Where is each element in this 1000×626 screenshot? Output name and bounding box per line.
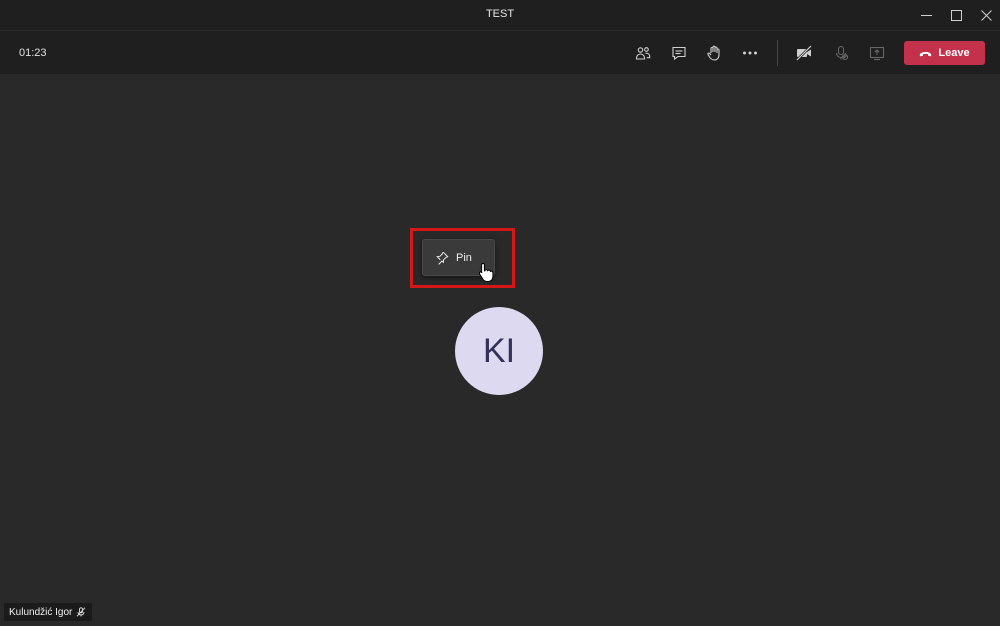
call-timer: 01:23 bbox=[19, 47, 47, 59]
phone-hangup-icon bbox=[920, 51, 932, 56]
microphone-icon bbox=[835, 45, 849, 61]
maximize-icon bbox=[950, 9, 962, 21]
toolbar-divider bbox=[777, 40, 778, 66]
title-bar: TEST bbox=[0, 0, 1000, 30]
participant-name-tag: Kulundžić Igor bbox=[4, 603, 93, 621]
participant-name: Kulundžić Igor bbox=[9, 606, 73, 618]
pin-label: Pin bbox=[456, 251, 472, 264]
window-title: TEST bbox=[485, 8, 515, 20]
hand-cursor-icon bbox=[478, 262, 494, 282]
more-actions-button[interactable] bbox=[738, 42, 762, 64]
close-icon bbox=[980, 9, 992, 21]
leave-label: Leave bbox=[938, 47, 970, 59]
camera-toggle-button[interactable] bbox=[792, 42, 816, 64]
ellipsis-icon bbox=[743, 51, 757, 55]
meeting-toolbar: 01:23 Leave bbox=[0, 30, 1000, 74]
share-button[interactable] bbox=[865, 42, 889, 64]
microphone-button[interactable] bbox=[829, 42, 853, 64]
raise-hand-button[interactable] bbox=[702, 42, 726, 64]
camera-off-icon bbox=[796, 45, 812, 61]
microphone-muted-icon bbox=[77, 607, 86, 617]
minimize-icon bbox=[920, 14, 932, 16]
pin-icon bbox=[436, 251, 449, 265]
close-button[interactable] bbox=[975, 5, 997, 25]
avatar: KI bbox=[455, 307, 543, 395]
chat-button[interactable] bbox=[667, 42, 691, 64]
share-screen-icon bbox=[869, 46, 885, 61]
participants-button[interactable] bbox=[631, 42, 655, 64]
minimize-button[interactable] bbox=[915, 5, 937, 25]
maximize-button[interactable] bbox=[945, 5, 967, 25]
chat-icon bbox=[672, 46, 686, 61]
people-icon bbox=[635, 47, 651, 60]
hand-icon bbox=[707, 45, 720, 61]
leave-button[interactable]: Leave bbox=[904, 41, 985, 65]
